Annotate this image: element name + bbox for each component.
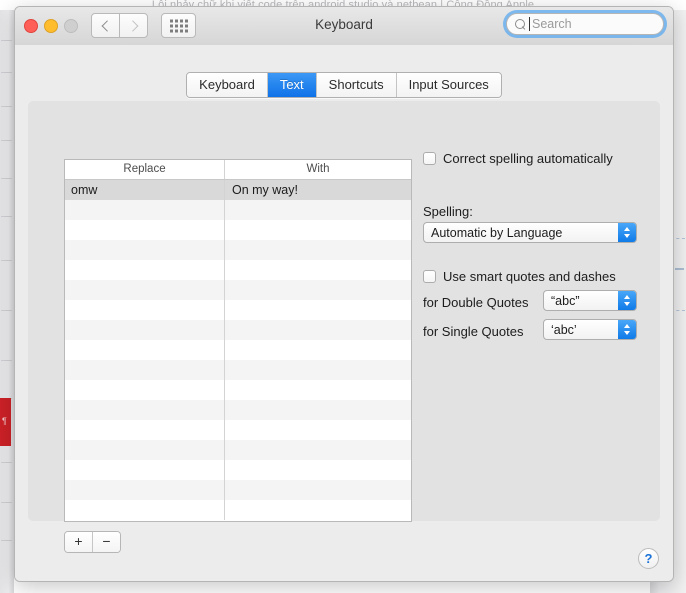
table-row-empty[interactable] <box>65 320 411 340</box>
cell-replace <box>65 480 225 500</box>
tab-shortcuts[interactable]: Shortcuts <box>317 73 397 97</box>
double-quotes-label: for Double Quotes <box>423 295 529 310</box>
table-add-remove-controls: + − <box>64 531 121 553</box>
smart-quotes-row[interactable]: Use smart quotes and dashes <box>423 269 616 284</box>
column-header-with[interactable]: With <box>225 160 411 179</box>
search-input-placeholder: Search <box>532 17 572 31</box>
cell-replace <box>65 360 225 380</box>
table-row-empty[interactable] <box>65 440 411 460</box>
cell-replace: omw <box>65 180 225 200</box>
cell-replace <box>65 380 225 400</box>
cell-with <box>225 480 411 500</box>
table-row-empty[interactable] <box>65 260 411 280</box>
text-cursor <box>529 17 530 31</box>
cell-replace <box>65 220 225 240</box>
table-row-empty[interactable] <box>65 360 411 380</box>
tab-input-sources[interactable]: Input Sources <box>397 73 501 97</box>
correct-spelling-checkbox[interactable] <box>423 152 436 165</box>
table-row-empty[interactable] <box>65 380 411 400</box>
table-row-empty[interactable] <box>65 340 411 360</box>
cell-replace <box>65 280 225 300</box>
add-replacement-button[interactable]: + <box>65 532 93 552</box>
table-row-empty[interactable] <box>65 240 411 260</box>
table-body: omw On my way! <box>65 180 411 520</box>
cell-with <box>225 220 411 240</box>
table-row[interactable]: omw On my way! <box>65 180 411 200</box>
table-row-empty[interactable] <box>65 500 411 520</box>
text-settings-panel: Replace With omw On my way! + − <box>28 101 660 521</box>
table-row-empty[interactable] <box>65 480 411 500</box>
chevron-updown-icon <box>618 223 636 242</box>
cell-with <box>225 280 411 300</box>
correct-spelling-label: Correct spelling automatically <box>443 151 613 166</box>
search-field[interactable]: Search <box>506 13 664 35</box>
tab-keyboard[interactable]: Keyboard <box>187 73 268 97</box>
cell-with <box>225 440 411 460</box>
background-red-badge: ¶ <box>0 398 11 446</box>
cell-replace <box>65 440 225 460</box>
keyboard-preferences-window: Keyboard Search Keyboard Text Shortcuts … <box>14 6 674 582</box>
text-replacement-table[interactable]: Replace With omw On my way! <box>64 159 412 522</box>
cell-replace <box>65 500 225 520</box>
cell-with <box>225 320 411 340</box>
table-row-empty[interactable] <box>65 300 411 320</box>
cell-with <box>225 400 411 420</box>
table-row-empty[interactable] <box>65 280 411 300</box>
double-quotes-popup-button[interactable]: “abc” <box>543 290 637 311</box>
cell-replace <box>65 400 225 420</box>
table-header: Replace With <box>65 160 411 180</box>
background-left-lines <box>0 10 14 593</box>
table-row-empty[interactable] <box>65 460 411 480</box>
cell-replace <box>65 460 225 480</box>
cell-with <box>225 500 411 520</box>
cell-with <box>225 300 411 320</box>
cell-replace <box>65 240 225 260</box>
spelling-popup-value: Automatic by Language <box>424 226 618 240</box>
cell-replace <box>65 300 225 320</box>
cell-with <box>225 460 411 480</box>
cell-replace <box>65 260 225 280</box>
cell-with <box>225 380 411 400</box>
tab-bar: Keyboard Text Shortcuts Input Sources <box>15 72 673 98</box>
cell-with <box>225 420 411 440</box>
cell-replace <box>65 420 225 440</box>
chevron-updown-icon <box>618 320 636 339</box>
cell-with: On my way! <box>225 180 411 200</box>
remove-replacement-button[interactable]: − <box>93 532 120 552</box>
table-row-empty[interactable] <box>65 400 411 420</box>
smart-quotes-checkbox[interactable] <box>423 270 436 283</box>
cell-with <box>225 260 411 280</box>
window-titlebar: Keyboard Search <box>15 7 673 46</box>
cell-replace <box>65 200 225 220</box>
help-button[interactable]: ? <box>638 548 659 569</box>
table-row-empty[interactable] <box>65 200 411 220</box>
single-quotes-popup-button[interactable]: ‘abc’ <box>543 319 637 340</box>
chevron-updown-icon <box>618 291 636 310</box>
cell-replace <box>65 320 225 340</box>
cell-with <box>225 240 411 260</box>
single-quotes-label: for Single Quotes <box>423 324 523 339</box>
cell-with <box>225 360 411 380</box>
search-icon <box>515 19 525 29</box>
table-row-empty[interactable] <box>65 220 411 240</box>
double-quotes-popup-value: “abc” <box>544 294 618 308</box>
background-red-badge-glyph: ¶ <box>2 416 7 426</box>
spelling-label: Spelling: <box>423 204 473 219</box>
column-header-replace[interactable]: Replace <box>65 160 225 179</box>
spelling-popup-button[interactable]: Automatic by Language <box>423 222 637 243</box>
single-quotes-popup-value: ‘abc’ <box>544 323 618 337</box>
smart-quotes-label: Use smart quotes and dashes <box>443 269 616 284</box>
preferences-content: Keyboard Text Shortcuts Input Sources Re… <box>15 45 673 581</box>
cell-with <box>225 200 411 220</box>
table-row-empty[interactable] <box>65 420 411 440</box>
correct-spelling-row[interactable]: Correct spelling automatically <box>423 151 613 166</box>
cell-with <box>225 340 411 360</box>
tab-text[interactable]: Text <box>268 73 317 97</box>
cell-replace <box>65 340 225 360</box>
